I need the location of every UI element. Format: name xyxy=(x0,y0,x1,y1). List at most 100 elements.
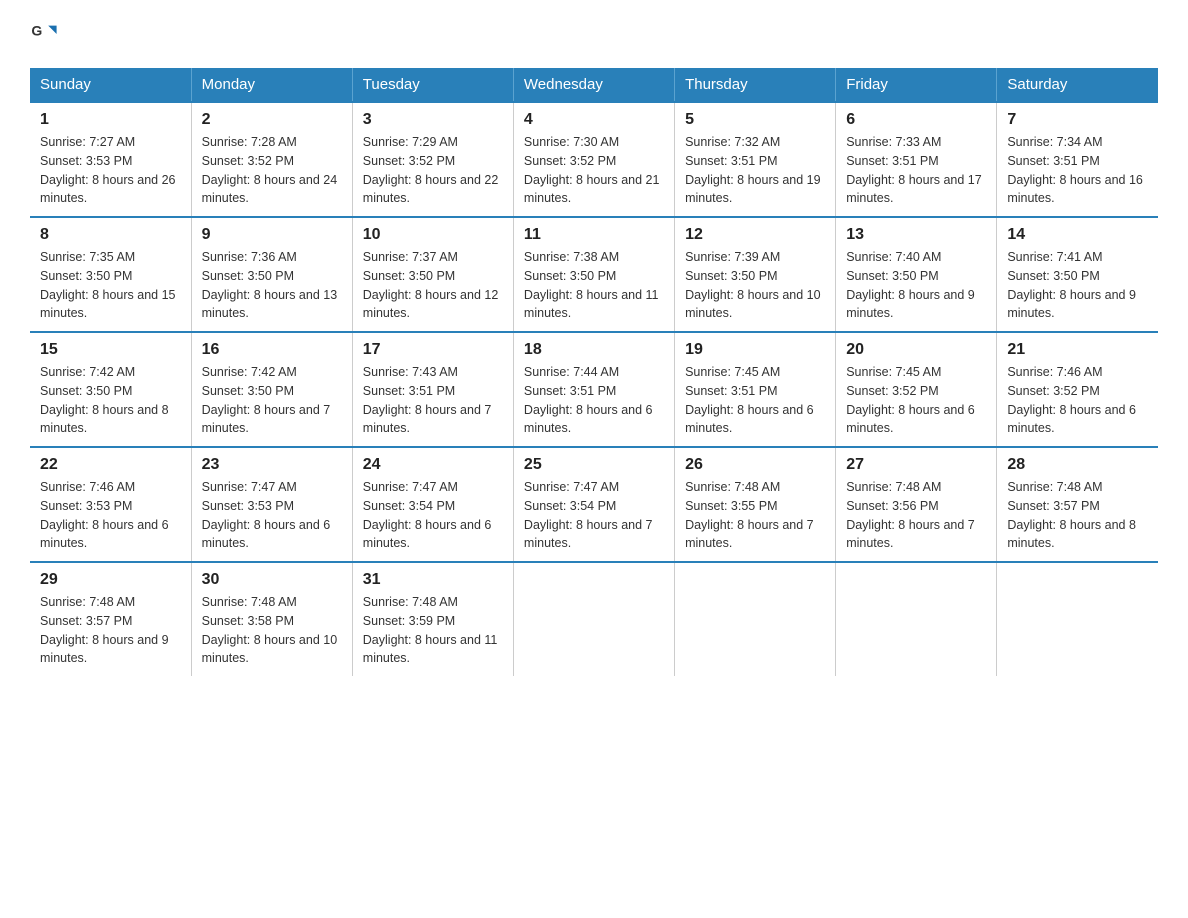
logo-icon: G xyxy=(30,20,58,48)
calendar-day-cell: 3 Sunrise: 7:29 AMSunset: 3:52 PMDayligh… xyxy=(352,102,513,217)
day-of-week-header: Thursday xyxy=(675,68,836,102)
calendar-day-cell: 28 Sunrise: 7:48 AMSunset: 3:57 PMDaylig… xyxy=(997,447,1158,562)
calendar-day-cell: 17 Sunrise: 7:43 AMSunset: 3:51 PMDaylig… xyxy=(352,332,513,447)
day-number: 18 xyxy=(524,341,664,359)
calendar-day-cell: 8 Sunrise: 7:35 AMSunset: 3:50 PMDayligh… xyxy=(30,217,191,332)
day-number: 12 xyxy=(685,226,825,244)
day-info: Sunrise: 7:34 AMSunset: 3:51 PMDaylight:… xyxy=(1007,133,1148,208)
calendar-day-cell: 10 Sunrise: 7:37 AMSunset: 3:50 PMDaylig… xyxy=(352,217,513,332)
day-info: Sunrise: 7:42 AMSunset: 3:50 PMDaylight:… xyxy=(40,363,181,438)
day-info: Sunrise: 7:38 AMSunset: 3:50 PMDaylight:… xyxy=(524,248,664,323)
day-info: Sunrise: 7:41 AMSunset: 3:50 PMDaylight:… xyxy=(1007,248,1148,323)
day-number: 19 xyxy=(685,341,825,359)
calendar-day-cell: 2 Sunrise: 7:28 AMSunset: 3:52 PMDayligh… xyxy=(191,102,352,217)
calendar-week-row: 22 Sunrise: 7:46 AMSunset: 3:53 PMDaylig… xyxy=(30,447,1158,562)
day-info: Sunrise: 7:48 AMSunset: 3:57 PMDaylight:… xyxy=(40,593,181,668)
day-info: Sunrise: 7:48 AMSunset: 3:56 PMDaylight:… xyxy=(846,478,986,553)
day-number: 27 xyxy=(846,456,986,474)
calendar-day-cell: 5 Sunrise: 7:32 AMSunset: 3:51 PMDayligh… xyxy=(675,102,836,217)
calendar-day-cell: 1 Sunrise: 7:27 AMSunset: 3:53 PMDayligh… xyxy=(30,102,191,217)
calendar-day-cell: 20 Sunrise: 7:45 AMSunset: 3:52 PMDaylig… xyxy=(836,332,997,447)
day-info: Sunrise: 7:35 AMSunset: 3:50 PMDaylight:… xyxy=(40,248,181,323)
day-number: 20 xyxy=(846,341,986,359)
calendar-day-cell: 29 Sunrise: 7:48 AMSunset: 3:57 PMDaylig… xyxy=(30,562,191,676)
day-info: Sunrise: 7:46 AMSunset: 3:52 PMDaylight:… xyxy=(1007,363,1148,438)
day-info: Sunrise: 7:37 AMSunset: 3:50 PMDaylight:… xyxy=(363,248,503,323)
day-info: Sunrise: 7:46 AMSunset: 3:53 PMDaylight:… xyxy=(40,478,181,553)
day-info: Sunrise: 7:48 AMSunset: 3:57 PMDaylight:… xyxy=(1007,478,1148,553)
day-number: 7 xyxy=(1007,111,1148,129)
day-number: 31 xyxy=(363,571,503,589)
calendar-week-row: 29 Sunrise: 7:48 AMSunset: 3:57 PMDaylig… xyxy=(30,562,1158,676)
calendar-week-row: 1 Sunrise: 7:27 AMSunset: 3:53 PMDayligh… xyxy=(30,102,1158,217)
day-number: 29 xyxy=(40,571,181,589)
day-info: Sunrise: 7:28 AMSunset: 3:52 PMDaylight:… xyxy=(202,133,342,208)
calendar-day-cell xyxy=(997,562,1158,676)
day-info: Sunrise: 7:42 AMSunset: 3:50 PMDaylight:… xyxy=(202,363,342,438)
day-number: 11 xyxy=(524,226,664,244)
calendar-day-cell: 13 Sunrise: 7:40 AMSunset: 3:50 PMDaylig… xyxy=(836,217,997,332)
day-info: Sunrise: 7:30 AMSunset: 3:52 PMDaylight:… xyxy=(524,133,664,208)
calendar-day-cell xyxy=(836,562,997,676)
day-of-week-header: Sunday xyxy=(30,68,191,102)
day-info: Sunrise: 7:47 AMSunset: 3:53 PMDaylight:… xyxy=(202,478,342,553)
calendar-day-cell: 4 Sunrise: 7:30 AMSunset: 3:52 PMDayligh… xyxy=(513,102,674,217)
day-info: Sunrise: 7:27 AMSunset: 3:53 PMDaylight:… xyxy=(40,133,181,208)
day-number: 9 xyxy=(202,226,342,244)
day-info: Sunrise: 7:45 AMSunset: 3:51 PMDaylight:… xyxy=(685,363,825,438)
calendar-week-row: 8 Sunrise: 7:35 AMSunset: 3:50 PMDayligh… xyxy=(30,217,1158,332)
day-info: Sunrise: 7:43 AMSunset: 3:51 PMDaylight:… xyxy=(363,363,503,438)
day-info: Sunrise: 7:48 AMSunset: 3:55 PMDaylight:… xyxy=(685,478,825,553)
day-of-week-header: Saturday xyxy=(997,68,1158,102)
day-info: Sunrise: 7:32 AMSunset: 3:51 PMDaylight:… xyxy=(685,133,825,208)
day-info: Sunrise: 7:47 AMSunset: 3:54 PMDaylight:… xyxy=(524,478,664,553)
day-number: 28 xyxy=(1007,456,1148,474)
day-info: Sunrise: 7:45 AMSunset: 3:52 PMDaylight:… xyxy=(846,363,986,438)
day-number: 14 xyxy=(1007,226,1148,244)
day-number: 13 xyxy=(846,226,986,244)
day-number: 4 xyxy=(524,111,664,129)
day-info: Sunrise: 7:29 AMSunset: 3:52 PMDaylight:… xyxy=(363,133,503,208)
day-of-week-header: Friday xyxy=(836,68,997,102)
day-of-week-header: Tuesday xyxy=(352,68,513,102)
calendar-day-cell: 27 Sunrise: 7:48 AMSunset: 3:56 PMDaylig… xyxy=(836,447,997,562)
day-number: 22 xyxy=(40,456,181,474)
calendar-day-cell: 16 Sunrise: 7:42 AMSunset: 3:50 PMDaylig… xyxy=(191,332,352,447)
page-header: G xyxy=(30,20,1158,48)
day-info: Sunrise: 7:33 AMSunset: 3:51 PMDaylight:… xyxy=(846,133,986,208)
day-info: Sunrise: 7:36 AMSunset: 3:50 PMDaylight:… xyxy=(202,248,342,323)
calendar-day-cell: 23 Sunrise: 7:47 AMSunset: 3:53 PMDaylig… xyxy=(191,447,352,562)
calendar-body: 1 Sunrise: 7:27 AMSunset: 3:53 PMDayligh… xyxy=(30,102,1158,676)
calendar-table: SundayMondayTuesdayWednesdayThursdayFrid… xyxy=(30,68,1158,676)
calendar-day-cell: 21 Sunrise: 7:46 AMSunset: 3:52 PMDaylig… xyxy=(997,332,1158,447)
calendar-week-row: 15 Sunrise: 7:42 AMSunset: 3:50 PMDaylig… xyxy=(30,332,1158,447)
calendar-day-cell: 18 Sunrise: 7:44 AMSunset: 3:51 PMDaylig… xyxy=(513,332,674,447)
calendar-day-cell: 15 Sunrise: 7:42 AMSunset: 3:50 PMDaylig… xyxy=(30,332,191,447)
calendar-day-cell: 11 Sunrise: 7:38 AMSunset: 3:50 PMDaylig… xyxy=(513,217,674,332)
calendar-header: SundayMondayTuesdayWednesdayThursdayFrid… xyxy=(30,68,1158,102)
day-number: 30 xyxy=(202,571,342,589)
day-number: 16 xyxy=(202,341,342,359)
day-number: 10 xyxy=(363,226,503,244)
day-number: 15 xyxy=(40,341,181,359)
logo: G xyxy=(30,20,62,48)
calendar-day-cell: 14 Sunrise: 7:41 AMSunset: 3:50 PMDaylig… xyxy=(997,217,1158,332)
day-info: Sunrise: 7:47 AMSunset: 3:54 PMDaylight:… xyxy=(363,478,503,553)
day-number: 1 xyxy=(40,111,181,129)
calendar-day-cell: 25 Sunrise: 7:47 AMSunset: 3:54 PMDaylig… xyxy=(513,447,674,562)
day-number: 3 xyxy=(363,111,503,129)
day-of-week-header: Monday xyxy=(191,68,352,102)
calendar-day-cell: 6 Sunrise: 7:33 AMSunset: 3:51 PMDayligh… xyxy=(836,102,997,217)
calendar-day-cell: 9 Sunrise: 7:36 AMSunset: 3:50 PMDayligh… xyxy=(191,217,352,332)
day-number: 26 xyxy=(685,456,825,474)
day-number: 25 xyxy=(524,456,664,474)
calendar-day-cell: 24 Sunrise: 7:47 AMSunset: 3:54 PMDaylig… xyxy=(352,447,513,562)
day-number: 23 xyxy=(202,456,342,474)
day-number: 5 xyxy=(685,111,825,129)
svg-text:G: G xyxy=(31,22,42,38)
day-info: Sunrise: 7:40 AMSunset: 3:50 PMDaylight:… xyxy=(846,248,986,323)
day-info: Sunrise: 7:48 AMSunset: 3:59 PMDaylight:… xyxy=(363,593,503,668)
calendar-day-cell: 26 Sunrise: 7:48 AMSunset: 3:55 PMDaylig… xyxy=(675,447,836,562)
calendar-day-cell: 19 Sunrise: 7:45 AMSunset: 3:51 PMDaylig… xyxy=(675,332,836,447)
calendar-day-cell xyxy=(675,562,836,676)
